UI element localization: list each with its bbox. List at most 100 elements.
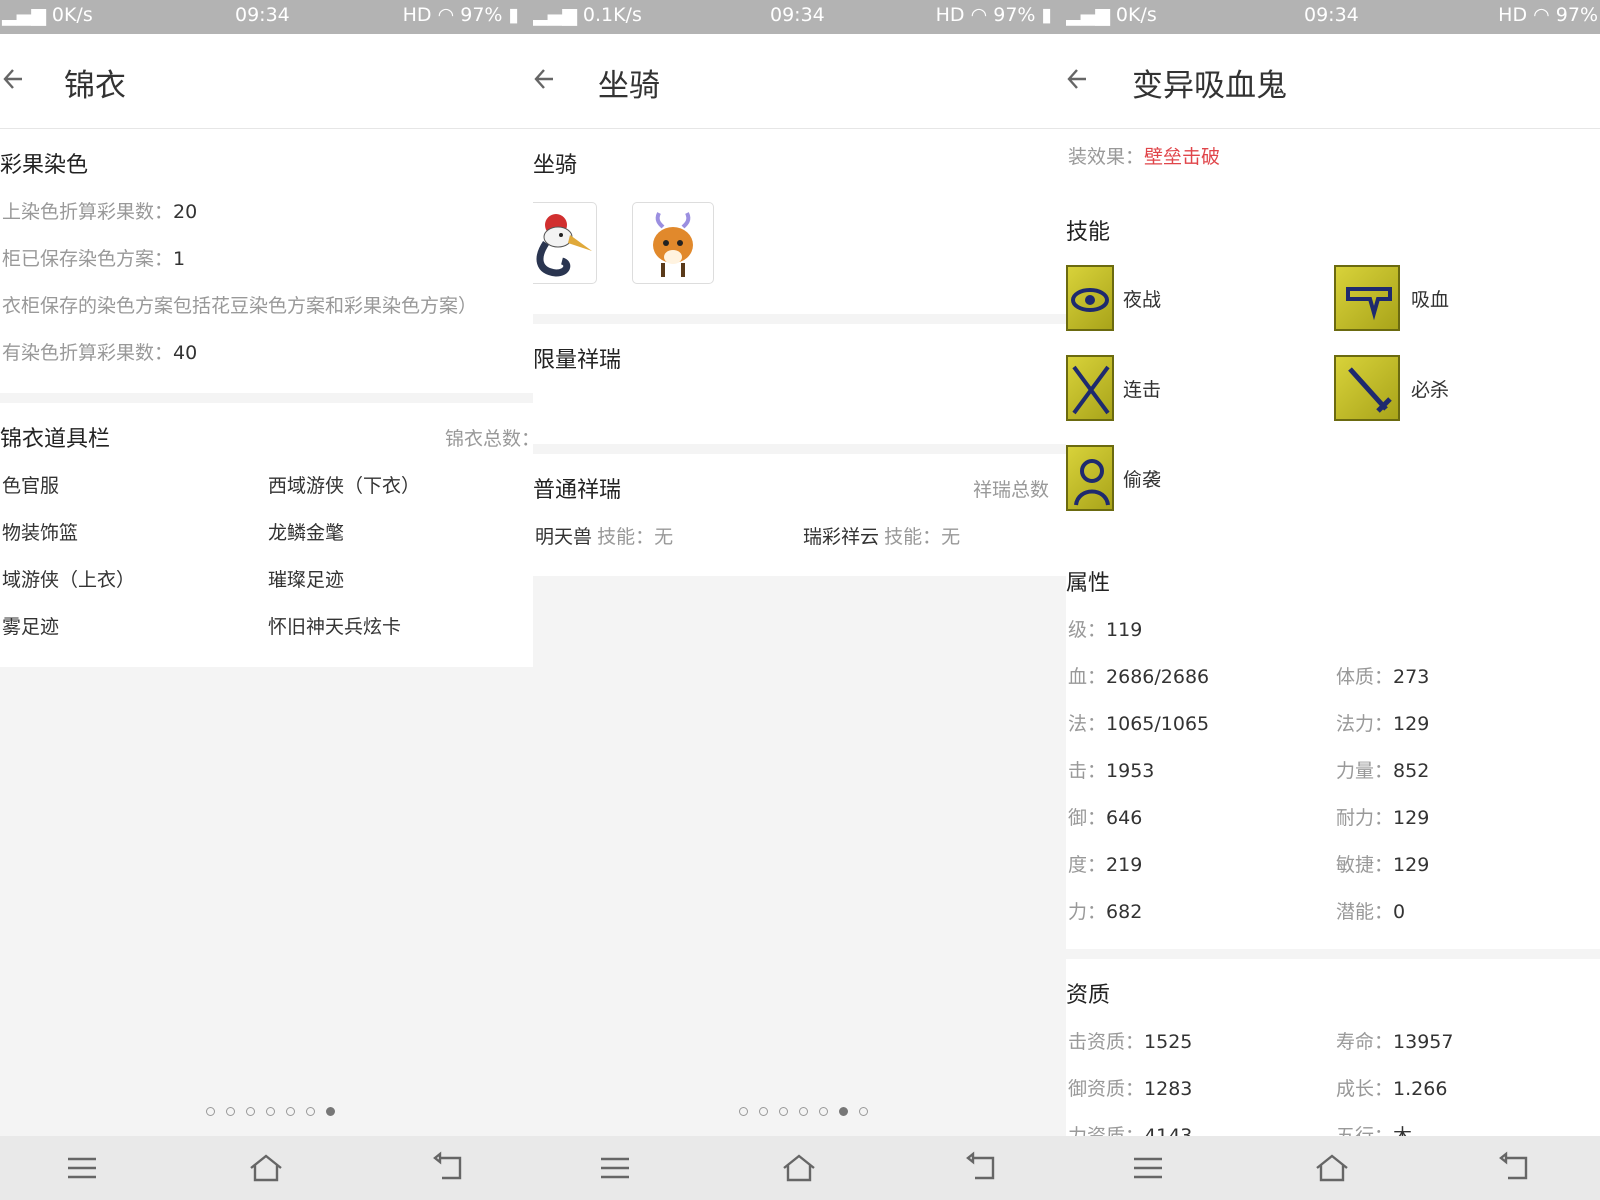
attr-item: 度：219: [1068, 854, 1143, 876]
battery-level: 97%: [460, 4, 503, 26]
costume-item[interactable]: 怀旧神天兵炫卡: [268, 612, 401, 639]
header: 锦衣: [0, 34, 533, 129]
back-arrow-icon[interactable]: [533, 64, 559, 94]
wifi-icon: ◠: [437, 4, 455, 26]
page-dot[interactable]: [819, 1107, 828, 1116]
page-dot[interactable]: [759, 1107, 768, 1116]
home-icon[interactable]: [248, 1150, 284, 1186]
page-dot-active[interactable]: [839, 1107, 848, 1116]
attr-item: 敏捷：129: [1336, 854, 1430, 876]
attr-item: 体质：273: [1336, 666, 1430, 688]
status-bar: ▂▄▆ 0.1K/s 09:34 HD ◠ 97% ▮: [533, 0, 1066, 34]
page-dot[interactable]: [779, 1107, 788, 1116]
status-left: ▂▄▆ 0K/s: [1066, 4, 1157, 26]
attr-item: 法力：129: [1336, 713, 1430, 735]
figure-skill-icon[interactable]: [1066, 445, 1114, 511]
page-dot[interactable]: [266, 1107, 275, 1116]
quality-title: 资质: [1066, 983, 1111, 1008]
menu-icon[interactable]: [1130, 1150, 1166, 1186]
costume-item[interactable]: 龙鳞金氅: [268, 518, 344, 545]
mount-section: 坐骑: [533, 129, 1066, 314]
costume-item[interactable]: 色官服: [2, 471, 59, 498]
back-nav-icon[interactable]: [1498, 1150, 1534, 1186]
dye-row: 有染色折算彩果数：40: [2, 342, 198, 364]
deer-mount-icon[interactable]: [632, 202, 714, 284]
panel-mounts: ▂▄▆ 0.1K/s 09:34 HD ◠ 97% ▮ 坐骑 坐骑 限量祥瑞 普…: [533, 0, 1066, 1200]
header: 坐骑: [533, 34, 1066, 129]
page-dot[interactable]: [246, 1107, 255, 1116]
skill-label: 吸血: [1411, 289, 1450, 311]
quality-item: 寿命：13957: [1336, 1031, 1454, 1053]
attr-item: 潜能：0: [1336, 901, 1406, 923]
system-nav-bar: [533, 1136, 1066, 1200]
attr-item: 力：682: [1068, 901, 1143, 923]
dye-section: 彩果染色 上染色折算彩果数：20 柜已保存染色方案：1 衣柜保存的染色方案包括花…: [0, 129, 533, 393]
costume-item[interactable]: 雾足迹: [2, 612, 59, 639]
back-nav-icon[interactable]: [432, 1150, 468, 1186]
home-icon[interactable]: [781, 1150, 817, 1186]
signal-icon: ▂▄▆: [2, 4, 52, 26]
section-title: 彩果染色: [0, 153, 89, 178]
battery-icon: ▮: [508, 4, 519, 26]
status-time: 09:34: [1304, 4, 1359, 26]
status-right: HD ◠ 97% ▮: [403, 4, 519, 26]
home-icon[interactable]: [1314, 1150, 1350, 1186]
skill-label: 必杀: [1411, 379, 1450, 401]
attr-item: 耐力：129: [1336, 807, 1430, 829]
page-indicator: [206, 1107, 346, 1119]
back-arrow-icon[interactable]: [1066, 64, 1092, 94]
battery-level: 97%: [993, 4, 1036, 26]
page-dot[interactable]: [739, 1107, 748, 1116]
page-title: 变异吸血鬼: [1132, 68, 1287, 104]
auspicious-total-label: 祥瑞总数: [973, 479, 1050, 501]
limited-auspicious-section: 限量祥瑞: [533, 324, 1066, 444]
quality-item: 击资质：1525: [1068, 1031, 1193, 1053]
section-title: 限量祥瑞: [533, 348, 622, 373]
skills-title: 技能: [1066, 220, 1111, 245]
attr-item: 血：2686/2686: [1068, 666, 1210, 688]
page-dot[interactable]: [859, 1107, 868, 1116]
status-time: 09:34: [235, 4, 290, 26]
menu-icon[interactable]: [597, 1150, 633, 1186]
attrs-title: 属性: [1066, 571, 1111, 596]
costume-item[interactable]: 物装饰篮: [2, 518, 78, 545]
wifi-icon: ◠: [1533, 4, 1550, 26]
page-dot[interactable]: [206, 1107, 215, 1116]
eye-skill-icon[interactable]: [1066, 265, 1114, 331]
page-dot[interactable]: [306, 1107, 315, 1116]
crossed-swords-skill-icon[interactable]: [1066, 355, 1114, 421]
back-nav-icon[interactable]: [965, 1150, 1001, 1186]
header: 变异吸血鬼: [1066, 34, 1600, 129]
attr-item: 御：646: [1068, 807, 1143, 829]
costume-total-label: 锦衣总数：: [445, 428, 533, 450]
section-title: 坐骑: [533, 153, 578, 178]
hd-indicator: HD: [1498, 4, 1528, 26]
menu-icon[interactable]: [64, 1150, 100, 1186]
page-dot-active[interactable]: [326, 1107, 335, 1116]
signal-icon: ▂▄▆: [533, 4, 583, 26]
page-dot[interactable]: [799, 1107, 808, 1116]
fang-skill-icon[interactable]: [1334, 265, 1400, 331]
status-bar: ▂▄▆ 0K/s 09:34 HD ◠ 97%: [1066, 0, 1600, 34]
page-dot[interactable]: [286, 1107, 295, 1116]
panel-pet-detail: ▂▄▆ 0K/s 09:34 HD ◠ 97% 变异吸血鬼 装效果：壁垒击破 技…: [1066, 0, 1600, 1200]
wifi-icon: ◠: [970, 4, 988, 26]
section-title: 锦衣道具栏: [0, 427, 111, 452]
signal-icon: ▂▄▆: [1066, 4, 1116, 26]
attr-item: 法：1065/1065: [1068, 713, 1210, 735]
costume-item[interactable]: 西域游侠（下衣）: [268, 471, 420, 498]
net-speed: 0K/s: [51, 4, 93, 26]
crane-mount-icon[interactable]: [533, 202, 597, 284]
system-nav-bar: [1066, 1136, 1600, 1200]
sword-skill-icon[interactable]: [1334, 355, 1400, 421]
costume-item[interactable]: 璀璨足迹: [268, 565, 344, 592]
auspicious-item[interactable]: 瑞彩祥云 技能：无: [803, 522, 960, 549]
page-title: 锦衣: [64, 68, 126, 104]
status-right: HD ◠ 97% ▮: [936, 4, 1052, 26]
page-dot[interactable]: [226, 1107, 235, 1116]
auspicious-item[interactable]: 明天兽 技能：无: [535, 522, 673, 549]
back-arrow-icon[interactable]: [2, 64, 28, 94]
costume-item[interactable]: 域游侠（上衣）: [2, 565, 135, 592]
skill-label: 夜战: [1123, 289, 1162, 311]
deer-mount-icon: [653, 212, 693, 277]
